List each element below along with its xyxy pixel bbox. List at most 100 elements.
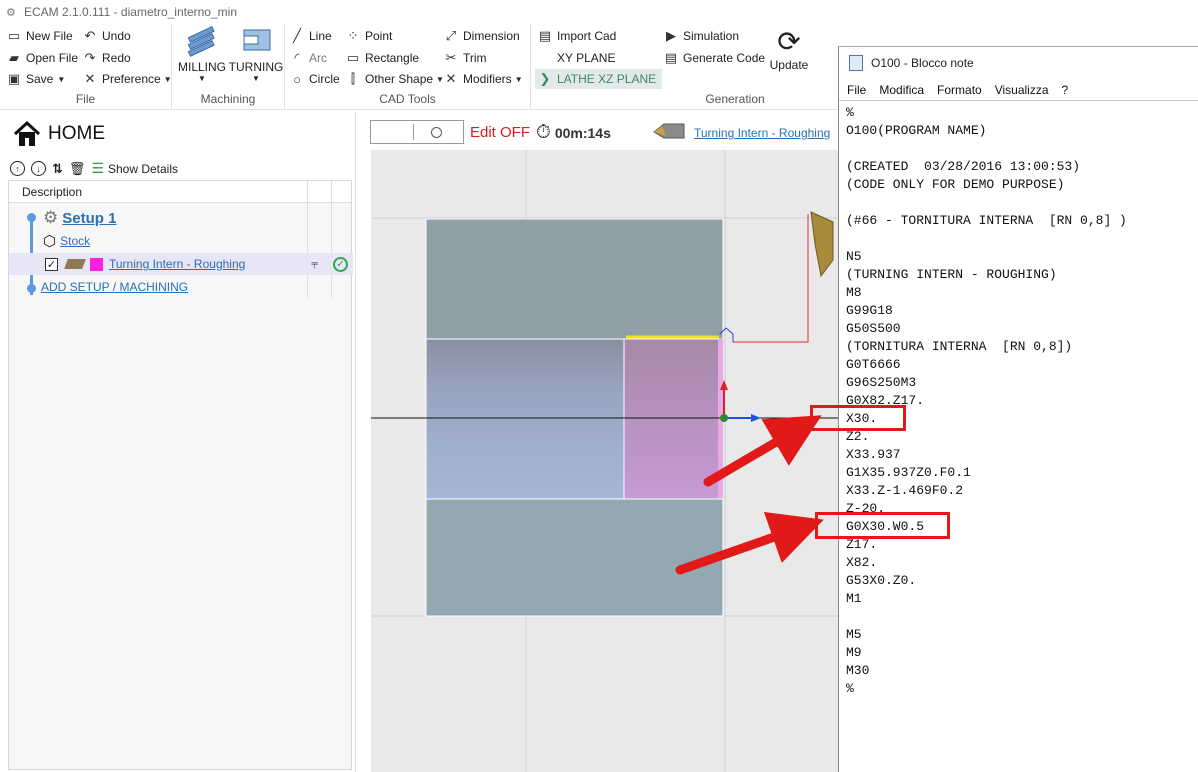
machining-group-label: Machining [200,92,256,106]
trash-icon[interactable]: 🗑 [69,161,86,177]
gcode-line: G50S500 [846,321,901,336]
gcode-line: X33.Z-1.469F0.2 [846,483,964,498]
menu-help[interactable]: ? [1062,83,1069,97]
lathe-tool-icon [653,123,685,139]
tree-row-operation[interactable]: ✓ Turning Intern - Roughing ⫧ ✓ [9,253,353,275]
tree-header: Description [9,181,351,203]
modifiers-icon: ✕ [445,71,457,86]
stock-link[interactable]: Stock [60,234,90,248]
gcode-line: M9 [846,645,862,660]
menu-formato[interactable]: Formato [937,83,982,97]
active-operation-link[interactable]: Turning Intern - Roughing [694,126,830,140]
rectangle-tool-button[interactable]: ▭ Rectangle [345,48,419,68]
generate-code-button[interactable]: ▤ Generate Code [663,48,765,68]
menu-visualizza[interactable]: Visualizza [995,83,1049,97]
milling-icon [187,26,215,57]
title-bar: ⚙ ECAM 2.1.0.111 - diametro_interno_min [0,0,838,24]
cad-tools-group: ╱ Line ◜ Arc ○ Circle ⁘ Point ▭ Rectangle ⫿ Ot… [285,24,531,110]
stock-upper [425,218,724,340]
modifiers-button[interactable]: ✕ Modifiers ▼ [443,69,523,89]
operation-link[interactable]: Turning Intern - Roughing [109,257,245,271]
gcode-line: M8 [846,285,862,300]
scissors-icon: ✂ [445,50,457,65]
operation-color-swatch [90,257,103,271]
other-shape-button[interactable]: ⫿ Other Shape ▼ [345,69,444,89]
gcode-line [846,140,1196,158]
dimension-tool-button[interactable]: ⤢ Dimension [443,26,520,46]
import-cad-icon: ▤ [538,28,552,43]
show-details-button[interactable]: ☰ Show Details [91,160,178,177]
cad-tools-group-label: CAD Tools [379,92,436,106]
turning-icon [243,29,271,51]
gcode-line: N5 [846,249,862,264]
new-file-button[interactable]: ▭ New File [6,26,73,46]
gcode-line: X33.937 [846,447,901,462]
setup-link[interactable]: Setup 1 [62,210,116,227]
gcode-line: G0T6666 [846,357,901,372]
gcode-line: (TURNING INTERN - ROUGHING) [846,267,1057,282]
gcode-line: O100(PROGRAM NAME) [846,123,987,138]
arc-icon: ◜ [294,50,300,65]
add-setup-link[interactable]: ADD SETUP / MACHINING [41,280,188,294]
save-icon: ▣ [7,71,21,86]
update-button[interactable]: ⟳ Update [765,26,813,72]
origin-point [720,414,728,422]
file-group-label: File [75,92,96,106]
gcode-line: (#66 - TORNITURA INTERNA [RN 0,8] ) [846,213,1127,228]
move-up-icon[interactable]: ↑ [10,161,25,176]
menu-modifica[interactable]: Modifica [879,83,924,97]
milling-button[interactable]: MILLING ▼ [176,26,228,83]
lathe-drawing [371,150,838,772]
tree-row-add-setup[interactable]: ADD SETUP / MACHINING [9,276,353,298]
notepad-title: O100 - Blocco note [871,56,974,70]
machining-group: MILLING ▼ TURNING ▼ Machining [172,24,285,110]
move-down-icon[interactable]: ↓ [31,161,46,176]
gcode-line: M30 [846,663,870,678]
lathe-xz-plane-button[interactable]: ❯ LATHE XZ PLANE [535,69,663,89]
preference-button[interactable]: ✕ Preference ▼ [82,69,172,89]
xy-plane-button[interactable]: XY PLANE [557,48,615,68]
home-button[interactable]: HOME [12,120,105,148]
window-title: ECAM 2.1.0.111 - diametro_interno_min [24,5,237,19]
wrench-icon: ✕ [84,71,96,86]
list-icon: ☰ [91,160,104,176]
line-tool-button[interactable]: ╱ Line [289,26,332,46]
gcode-line: M5 [846,627,862,642]
undo-button[interactable]: ↶ Undo [82,26,131,46]
other-shape-icon: ⫿ [350,71,356,86]
tree-row-setup[interactable]: ⚙ Setup 1 [9,207,353,229]
tree-toolbar: ↑ ↓ ⇅ 🗑 ☰ Show Details [10,160,178,177]
cutting-insert [810,211,834,278]
edit-toggle[interactable] [370,120,464,144]
undo-icon: ↶ [84,28,96,43]
redo-button[interactable]: ↷ Redo [82,48,131,68]
save-button[interactable]: ▣ Save ▼ [6,69,65,89]
ribbon: ▭ New File ▰ Open File ▣ Save ▼ ↶ Undo ↷ Redo … [0,24,838,110]
project-panel: HOME ↑ ↓ ⇅ 🗑 ☰ Show Details Description … [6,112,356,772]
gcode-line: X82. [846,555,878,570]
trim-tool-button[interactable]: ✂ Trim [443,48,487,68]
ecam-window: ⚙ ECAM 2.1.0.111 - diametro_interno_min … [0,0,1198,772]
notepad-menu-bar: File Modifica Formato Visualizza ? [839,79,1198,101]
sort-icon[interactable]: ⇅ [52,161,63,177]
point-tool-button[interactable]: ⁘ Point [345,26,393,46]
lathe-tool-icon [64,259,86,269]
import-cad-button[interactable]: ▤ Import Cad [537,26,617,46]
tree-row-stock[interactable]: ⬡ Stock [9,230,353,252]
circle-tool-button[interactable]: ○ Circle [289,69,340,89]
chevron-down-icon: ▼ [163,74,172,84]
gcode-line: % [846,681,854,696]
toolpath-rapid [733,214,809,343]
gcode-line: (TORNITURA INTERNA [RN 0,8]) [846,339,1073,354]
turning-button[interactable]: TURNING ▼ [228,26,284,83]
gcode-line: G99G18 [846,303,893,318]
highlight-box-x30 [810,405,906,431]
gcode-line: % [846,105,854,120]
open-file-button[interactable]: ▰ Open File [6,48,78,68]
operation-checkbox[interactable]: ✓ [45,257,58,271]
gcode-text-area[interactable]: % O100(PROGRAM NAME) (CREATED 03/28/2016 1… [846,104,1196,698]
cad-viewport[interactable] [371,150,838,772]
menu-file[interactable]: File [847,83,866,97]
simulation-button[interactable]: ▶ Simulation [663,26,739,46]
arc-tool-button[interactable]: ◜ Arc [289,48,327,68]
